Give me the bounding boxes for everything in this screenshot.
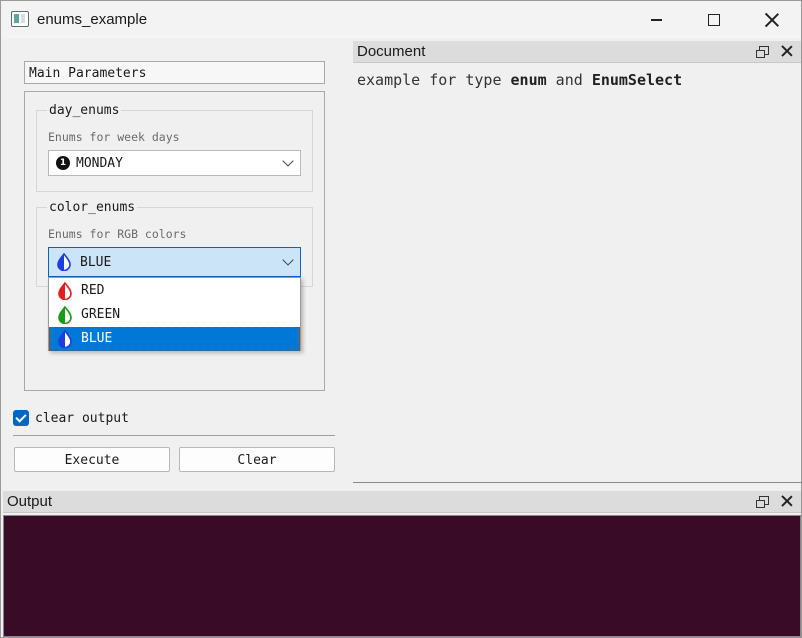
chevron-down-icon — [282, 254, 294, 266]
app-icon — [11, 11, 29, 27]
red-drop-icon — [58, 282, 72, 300]
color-enums-select[interactable]: BLUE — [48, 247, 301, 277]
day-enums-select[interactable]: 1 MONDAY — [48, 150, 301, 176]
output-dock-title: Output — [7, 493, 53, 510]
dropdown-option-label: BLUE — [81, 331, 113, 346]
clear-output-checkbox[interactable] — [13, 410, 29, 426]
maximize-icon — [708, 14, 720, 26]
minimize-icon — [650, 19, 662, 21]
dropdown-option-green[interactable]: GREEN — [49, 303, 300, 327]
dropdown-option-label: RED — [81, 283, 105, 298]
chevron-down-icon — [282, 155, 294, 167]
clear-button[interactable]: Clear — [179, 447, 335, 472]
execute-button[interactable]: Execute — [14, 447, 170, 472]
dropdown-option-red[interactable]: RED — [49, 279, 300, 303]
separator — [13, 435, 335, 436]
output-dock-title-bar[interactable]: Output — [3, 491, 801, 513]
window-title: enums_example — [37, 11, 148, 28]
color-enums-dropdown: RED GREEN BLUE — [48, 277, 301, 351]
color-enums-description: Enums for RGB colors — [48, 227, 187, 241]
maximize-button[interactable] — [685, 1, 743, 39]
green-drop-icon — [58, 306, 72, 324]
dropdown-option-blue[interactable]: BLUE — [49, 327, 300, 351]
color-enums-selected-value: BLUE — [80, 255, 112, 270]
main-parameters-header[interactable]: Main Parameters — [24, 61, 325, 84]
day-enums-selected-value: MONDAY — [76, 156, 123, 171]
dropdown-option-label: GREEN — [81, 307, 121, 322]
blue-drop-icon — [57, 253, 71, 271]
float-icon[interactable] — [756, 46, 769, 58]
document-view[interactable]: example for type enum and EnumSelect — [353, 63, 801, 483]
main-window: enums_example Main Parameters day_enums … — [0, 0, 802, 638]
minimize-button[interactable] — [627, 1, 685, 39]
output-console[interactable] — [3, 515, 801, 637]
document-text: example for type enum and EnumSelect — [357, 71, 683, 89]
document-dock-title: Document — [357, 43, 426, 60]
blue-drop-icon — [58, 330, 72, 348]
float-icon[interactable] — [756, 496, 769, 508]
number-one-circle-icon: 1 — [56, 156, 70, 170]
close-icon — [765, 13, 779, 27]
title-bar[interactable]: enums_example — [1, 1, 801, 39]
day-enums-description: Enums for week days — [48, 130, 180, 144]
day-enums-title: day_enums — [47, 103, 122, 118]
close-button[interactable] — [743, 1, 801, 39]
close-icon[interactable] — [781, 45, 793, 57]
clear-output-label[interactable]: clear output — [35, 411, 129, 426]
close-icon[interactable] — [781, 495, 793, 507]
document-dock-title-bar[interactable]: Document — [353, 41, 801, 63]
color-enums-title: color_enums — [47, 200, 138, 215]
